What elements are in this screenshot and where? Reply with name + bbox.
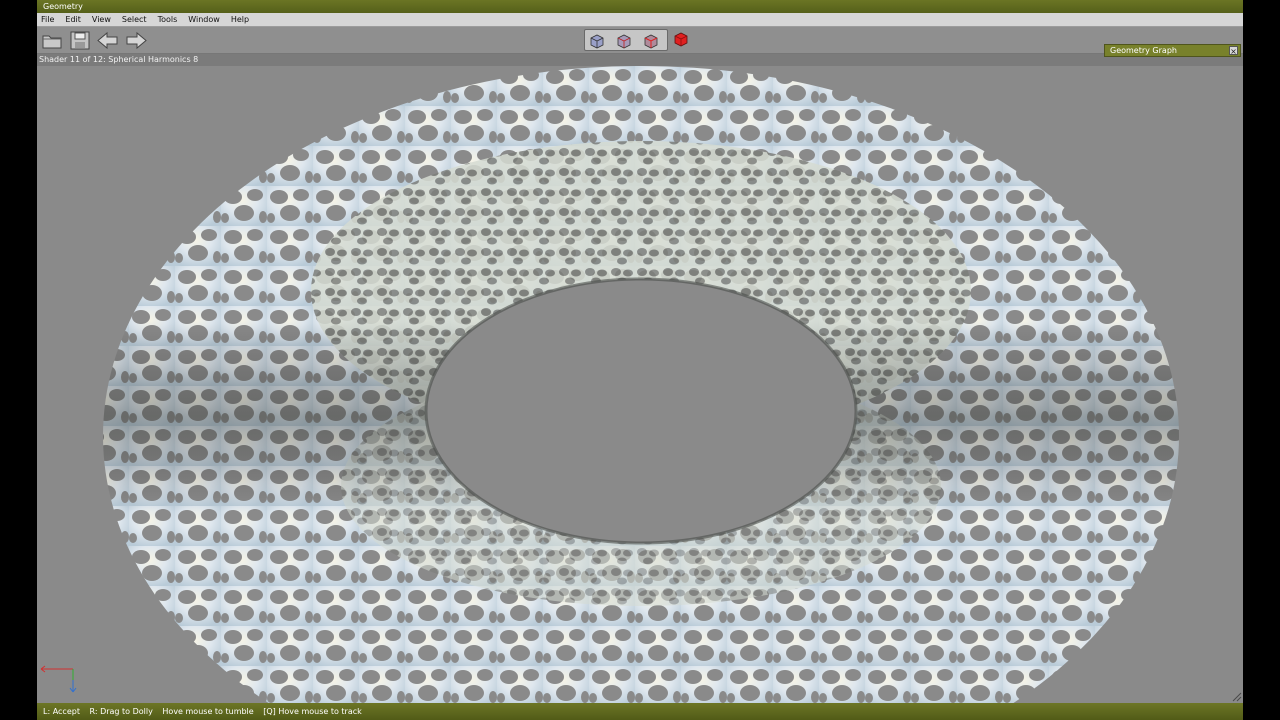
- hint-dolly: R: Drag to Dolly: [89, 707, 153, 716]
- torus-mesh-render: [37, 66, 1243, 703]
- save-icon[interactable]: [69, 30, 91, 51]
- window-title: Geometry: [37, 0, 1243, 13]
- solid-red-cube-icon[interactable]: [673, 31, 689, 47]
- forward-arrow-icon[interactable]: [124, 30, 147, 51]
- wire-shaded-cube-icon[interactable]: [616, 33, 632, 49]
- hint-track: [Q] Hove mouse to track: [263, 707, 362, 716]
- menu-select[interactable]: Select: [119, 13, 154, 26]
- close-icon[interactable]: ×: [1229, 46, 1238, 56]
- hint-bar: L: Accept R: Drag to Dolly Hove mouse to…: [37, 703, 1243, 720]
- geometry-graph-panel[interactable]: Geometry Graph ×: [1104, 44, 1241, 57]
- resize-grip-icon[interactable]: [1232, 692, 1242, 702]
- menu-bar: File Edit View Select Tools Window Help: [37, 13, 1243, 27]
- menu-file[interactable]: File: [38, 13, 61, 26]
- menu-view[interactable]: View: [89, 13, 118, 26]
- app-window: Geometry File Edit View Select Tools Win…: [37, 0, 1243, 720]
- menu-window[interactable]: Window: [185, 13, 227, 26]
- panel-title: Geometry Graph: [1110, 46, 1177, 55]
- view-mode-group: [584, 29, 668, 51]
- menu-tools[interactable]: Tools: [155, 13, 185, 26]
- menu-edit[interactable]: Edit: [62, 13, 88, 26]
- axis-gizmo: [40, 665, 77, 693]
- back-arrow-icon[interactable]: [96, 30, 118, 51]
- menu-help[interactable]: Help: [228, 13, 256, 26]
- wire-red-cube-icon[interactable]: [643, 33, 659, 49]
- wireframe-cube-icon[interactable]: [589, 33, 605, 49]
- hint-tumble: Hove mouse to tumble: [162, 707, 254, 716]
- hint-accept: L: Accept: [43, 707, 80, 716]
- toolbar: [37, 27, 1243, 72]
- shader-status: Shader 11 of 12: Spherical Harmonics 8: [37, 54, 1243, 66]
- 3d-viewport[interactable]: [37, 66, 1243, 703]
- open-folder-icon[interactable]: [41, 30, 63, 51]
